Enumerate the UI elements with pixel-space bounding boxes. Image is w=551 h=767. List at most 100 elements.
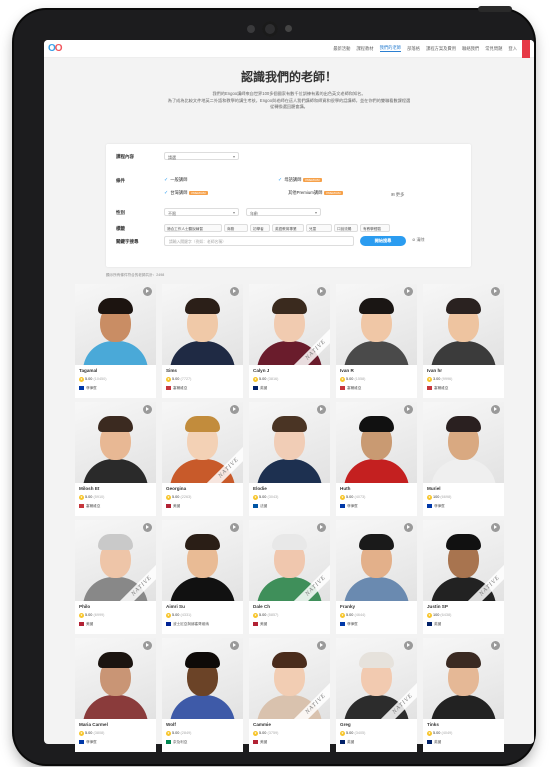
play-video-icon[interactable] [143, 287, 152, 296]
teacher-card[interactable]: Franky ★ 5.00 (4644) 菲律賓 [336, 520, 417, 634]
tag-2[interactable]: 初學者 [250, 224, 270, 232]
teacher-rating: ★ 5.00 (3759) [253, 731, 279, 736]
teacher-rating: ★ 5.00 (3808) [79, 731, 105, 736]
teacher-hair [185, 652, 220, 668]
flag-icon [427, 386, 432, 390]
teacher-name[interactable]: Georgina [166, 486, 186, 491]
site-logo[interactable]: OO [48, 43, 63, 54]
teacher-card[interactable]: Wolf ★ 5.00 (2849) 奈及利亞 [162, 638, 243, 752]
teacher-hair [446, 534, 481, 550]
teacher-name[interactable]: Franky [340, 604, 355, 609]
play-video-icon[interactable] [230, 287, 239, 296]
nav-item-6[interactable]: 常見問題 [485, 46, 502, 52]
teacher-name[interactable]: Sims [166, 368, 177, 373]
teacher-card[interactable]: NATIVE Cammie ★ 5.00 (3759) 美國 [249, 638, 330, 752]
play-video-icon[interactable] [404, 641, 413, 650]
general-teacher-checkbox[interactable]: ✓ 一般講師 [164, 177, 187, 183]
teacher-name[interactable]: Maria Carmel [79, 722, 108, 727]
native-teacher-checkbox[interactable]: ✓ 母語講師 PREMIUM [278, 177, 322, 183]
teacher-name[interactable]: Elodie [253, 486, 267, 491]
play-video-icon[interactable] [143, 641, 152, 650]
teacher-name[interactable]: Aimri Su [166, 604, 185, 609]
nav-item-1[interactable]: 課程教材 [356, 46, 373, 52]
tag-3[interactable]: 英語教育專業 [272, 224, 304, 232]
teacher-name[interactable]: Huth [340, 486, 350, 491]
teacher-card[interactable]: Tagamal ★ 5.00 (10450) 菲律賓 [75, 284, 156, 398]
teacher-card[interactable]: NATIVE Dale Ch ★ 5.00 (5857) 美國 [249, 520, 330, 634]
teacher-name[interactable]: Greg [340, 722, 351, 727]
teacher-name[interactable]: Tagamal [79, 368, 97, 373]
signup-tab[interactable] [522, 40, 530, 58]
nav-item-5[interactable]: 聯絡我們 [462, 46, 479, 52]
play-video-icon[interactable] [317, 405, 326, 414]
nav-item-2[interactable]: 我們的老師 [379, 45, 402, 52]
teacher-card[interactable]: NATIVE Greg ★ 5.00 (3405) 英國 [336, 638, 417, 752]
teacher-name[interactable]: Philo [79, 604, 90, 609]
lesson-material-select[interactable]: 請選 [164, 152, 239, 160]
teacher-name[interactable]: Wolf [166, 722, 176, 727]
teacher-card[interactable]: NATIVE Calyn J ★ 5.00 (3816) 英國 [249, 284, 330, 398]
teacher-card[interactable]: NATIVE Georgina ★ 5.00 (2263) 美國 [162, 402, 243, 516]
play-video-icon[interactable] [143, 405, 152, 414]
teacher-name[interactable]: Tinks [427, 722, 439, 727]
teacher-name[interactable]: Calyn J [253, 368, 269, 373]
nav-menu: 最新活動 課程教材 我們的老師 部落格 課程方案及費用 聯絡我們 常見問題 登入 [327, 45, 517, 52]
teacher-card[interactable]: Muriel ★ 100 (6698) 菲律賓 [423, 402, 504, 516]
play-video-icon[interactable] [230, 641, 239, 650]
teacher-card[interactable]: Tinks ★ 5.00 (4049) 英國 [423, 638, 504, 752]
teacher-hair [446, 416, 481, 432]
play-video-icon[interactable] [317, 641, 326, 650]
teacher-name[interactable]: Milosh Et [79, 486, 99, 491]
teacher-country: 菲律賓 [340, 504, 358, 509]
teacher-card[interactable]: NATIVE Philo ★ 5.00 (6999) 美國 [75, 520, 156, 634]
tag-4[interactable]: 兒童 [306, 224, 332, 232]
teacher-rating: ★ 5.00 (5857) [253, 613, 279, 618]
play-video-icon[interactable] [317, 287, 326, 296]
play-video-icon[interactable] [404, 523, 413, 532]
search-button[interactable]: 開始搜尋 [360, 236, 406, 246]
tag-6[interactable]: 有教學經驗 [360, 224, 390, 232]
teacher-name[interactable]: Muriel [427, 486, 441, 491]
teacher-card[interactable]: Ivan R ★ 5.00 (1558) 塞爾維亞 [336, 284, 417, 398]
teacher-card[interactable]: Elodie ★ 5.00 (3043) 法國 [249, 402, 330, 516]
play-video-icon[interactable] [491, 523, 500, 532]
nav-item-4[interactable]: 課程方案及費用 [426, 46, 456, 52]
teacher-name[interactable]: Justin SP [427, 604, 448, 609]
play-video-icon[interactable] [143, 523, 152, 532]
teacher-card[interactable]: Ivan hr ★ 3.00 (9996) 塞爾維亞 [423, 284, 504, 398]
teacher-shirt [170, 695, 235, 719]
taiwan-teacher-checkbox[interactable]: ✓ 台灣講師 PREMIUM [164, 190, 208, 196]
more-options-link[interactable]: ⊞ 更多 [391, 192, 404, 198]
nav-item-3[interactable]: 部落格 [407, 46, 420, 52]
gender-select[interactable]: 不限 [164, 208, 239, 216]
play-video-icon[interactable] [230, 523, 239, 532]
play-video-icon[interactable] [317, 523, 326, 532]
age-select[interactable]: 年齡 [246, 208, 321, 216]
keyword-input[interactable]: 請輸入關鍵字（例如：老師名稱） [164, 236, 354, 246]
tag-1[interactable]: 商務 [224, 224, 248, 232]
play-video-icon[interactable] [491, 405, 500, 414]
play-video-icon[interactable] [491, 641, 500, 650]
teacher-name[interactable]: Ivan R [340, 368, 354, 373]
nav-item-0[interactable]: 最新活動 [333, 46, 350, 52]
teacher-card[interactable]: Huth ★ 5.00 (4073) 菲律賓 [336, 402, 417, 516]
tag-0[interactable]: 適合工作人士聽說練習 [164, 224, 222, 232]
teacher-name[interactable]: Dale Ch [253, 604, 270, 609]
reset-link[interactable]: ⊘ 清除 [412, 237, 424, 243]
teacher-card[interactable]: NATIVE Justin SP ★ 100 (6438) 英國 [423, 520, 504, 634]
flag-icon [253, 504, 258, 508]
tag-5[interactable]: 口說流暢 [334, 224, 358, 232]
nav-item-7[interactable]: 登入 [508, 46, 517, 52]
teacher-card[interactable]: Sims ★ 5.00 (7727) 塞爾維亞 [162, 284, 243, 398]
play-video-icon[interactable] [404, 405, 413, 414]
teacher-name[interactable]: Cammie [253, 722, 271, 727]
teacher-card[interactable]: Aimri Su ★ 5.00 (4331) 波士尼亞與赫塞哥維納 [162, 520, 243, 634]
teacher-card[interactable]: Milosh Et ★ 5.00 (5910) 塞爾維亞 [75, 402, 156, 516]
play-video-icon[interactable] [404, 287, 413, 296]
teacher-country: 美國 [253, 740, 267, 745]
play-video-icon[interactable] [491, 287, 500, 296]
teacher-name[interactable]: Ivan hr [427, 368, 442, 373]
teacher-card[interactable]: Maria Carmel ★ 5.00 (3808) 菲律賓 [75, 638, 156, 752]
play-video-icon[interactable] [230, 405, 239, 414]
premium-teacher-checkbox[interactable]: 其他Premium講師 PREMIUM [288, 190, 343, 196]
